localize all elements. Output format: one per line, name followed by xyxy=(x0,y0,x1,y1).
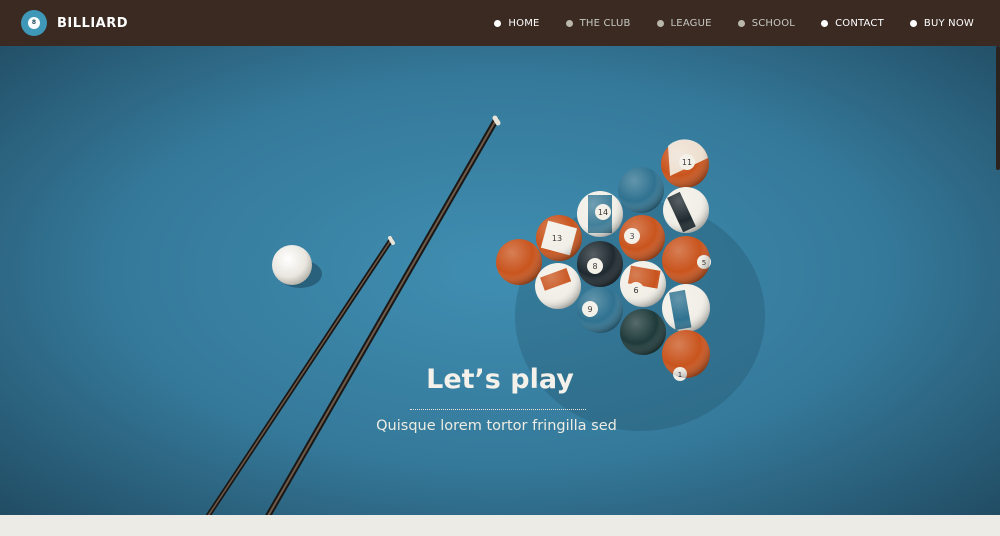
ball-striped xyxy=(535,263,581,309)
brand-logo[interactable]: 8 BILLIARD xyxy=(21,10,128,36)
nav-item-label: CONTACT xyxy=(835,17,884,29)
logo-badge-number: 8 xyxy=(28,17,40,29)
content-section-start xyxy=(0,515,1000,536)
ball-striped xyxy=(663,187,709,233)
bullet-icon xyxy=(494,19,502,27)
nav-item-league[interactable]: LEAGUE xyxy=(656,17,712,29)
8-ball-icon: 8 xyxy=(21,10,47,36)
cue-ball xyxy=(272,245,312,285)
nav-item-the-club[interactable]: THE CLUB xyxy=(565,17,631,29)
ball-striped xyxy=(662,284,710,332)
nav-item-buy-now[interactable]: BUY NOW xyxy=(909,17,974,29)
ball-8: 8 xyxy=(577,241,623,287)
nav-item-label: SCHOOL xyxy=(751,17,796,29)
ball-6: 6 xyxy=(620,261,666,307)
brand-name: BILLIARD xyxy=(57,15,129,31)
bullet-icon xyxy=(565,19,573,27)
ball-dark xyxy=(620,309,666,355)
bullet-icon xyxy=(656,19,664,27)
billiard-table-illustration: 11 14 xyxy=(205,115,765,515)
hero-subtitle: Quisque lorem tortor fringilla sed xyxy=(376,418,617,434)
hero-title: Let’s play xyxy=(426,364,574,395)
ball-11: 11 xyxy=(661,139,709,188)
nav-item-contact[interactable]: CONTACT xyxy=(821,18,884,29)
hero-divider xyxy=(410,409,586,410)
ball-orange xyxy=(496,239,542,285)
cue-stick xyxy=(265,115,501,515)
top-navigation-bar: 8 BILLIARD HOME THE CLUB LEAGUE SCHOOL C… xyxy=(0,0,1000,46)
bullet-icon xyxy=(821,19,829,27)
ball-14: 14 xyxy=(577,191,623,237)
ball-teal-stripe xyxy=(618,167,664,213)
nav-item-home[interactable]: HOME xyxy=(494,18,539,29)
ball-13: 13 xyxy=(536,215,582,261)
ball-9: 9 xyxy=(577,287,623,333)
scrollbar-thumb[interactable] xyxy=(996,46,1000,170)
main-nav: HOME THE CLUB LEAGUE SCHOOL CONTACT BUY … xyxy=(468,0,974,46)
nav-item-label: LEAGUE xyxy=(670,17,712,29)
nav-item-label: THE CLUB xyxy=(579,17,631,29)
bullet-icon xyxy=(909,19,917,27)
nav-item-school[interactable]: SCHOOL xyxy=(737,17,796,29)
hero-banner: 11 14 xyxy=(0,46,1000,515)
nav-item-label: HOME xyxy=(508,17,540,29)
bullet-icon xyxy=(737,19,745,27)
nav-item-label: BUY NOW xyxy=(923,17,974,29)
ball-3: 3 xyxy=(619,215,665,261)
